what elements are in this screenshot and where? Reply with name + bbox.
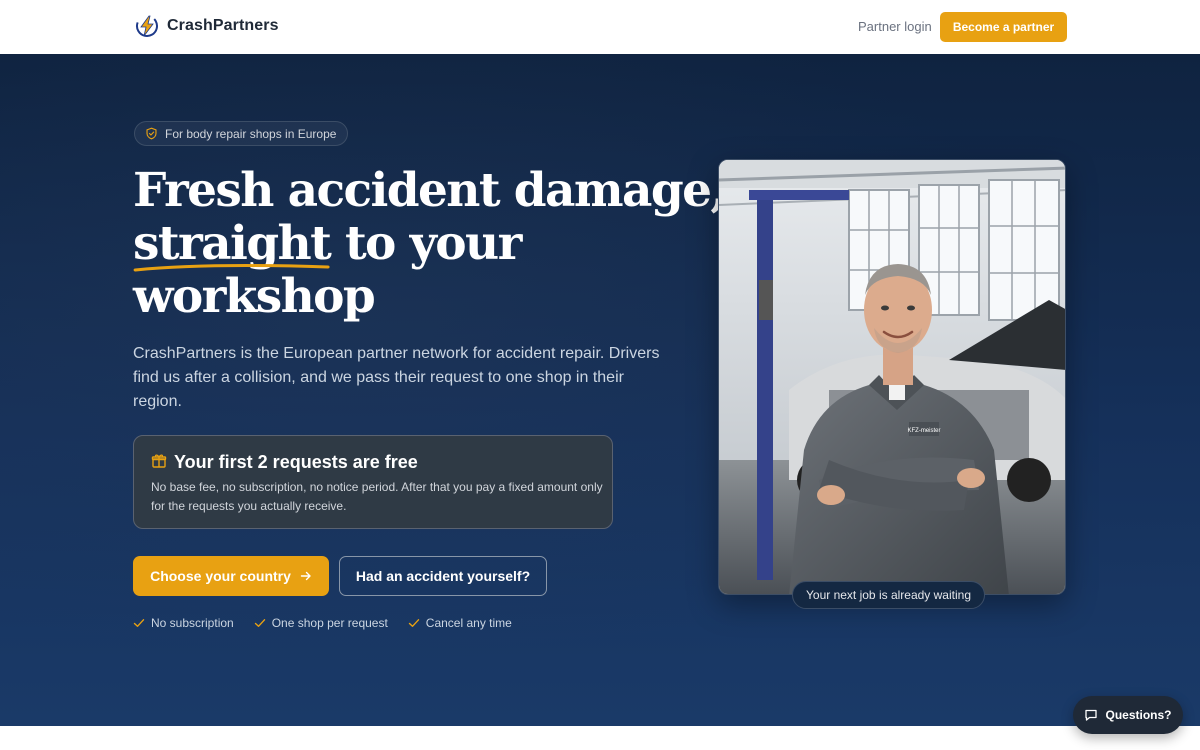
check-icon [133,619,145,627]
brand-name: CrashPartners [167,17,279,34]
benefit-text: No subscription [151,616,234,630]
questions-chat-button[interactable]: Questions? [1073,696,1183,734]
choose-country-label: Choose your country [150,568,291,584]
choose-country-button[interactable]: Choose your country [133,556,329,596]
underline-swoosh [133,264,330,272]
bolt-logo-icon [136,15,158,37]
benefit-item: Cancel any time [408,616,512,630]
check-icon [408,619,419,627]
gift-icon [151,454,167,468]
benefit-item: No subscription [133,616,234,630]
had-accident-button[interactable]: Had an accident yourself? [339,556,547,596]
become-partner-button[interactable]: Become a partner [940,12,1067,42]
headline-line-1: Fresh accident damage, [133,163,727,218]
benefit-item: One shop per request [254,616,388,630]
audience-badge: For body repair shops in Europe [134,121,349,146]
check-icon [254,619,265,627]
headline-line-3: workshop [133,269,376,324]
chat-bubble-icon [1085,709,1098,721]
hero-headline: Fresh accident damage, straight to your … [133,163,727,324]
top-navigation: CrashPartners Partner login Become a par… [0,0,1200,54]
shield-check-icon [146,127,157,140]
free-requests-offer: Your first 2 requests are free No base f… [133,435,613,529]
headline-highlight: straight [133,217,332,272]
section-divider [0,726,1200,750]
photo-caption: Your next job is already waiting [792,581,985,609]
audience-badge-text: For body repair shops in Europe [165,126,337,141]
brand[interactable]: CrashPartners [135,14,279,38]
benefit-text: One shop per request [271,616,388,630]
shirt-badge-text: KFZ-meister [908,428,941,434]
benefit-text: Cancel any time [425,616,512,630]
offer-description: No base fee, no subscription, no notice … [151,480,603,513]
mechanic-workshop-photo: KFZ-meister [718,159,1066,595]
offer-title: Your first 2 requests are free [174,452,418,472]
hero-lead-paragraph: CrashPartners is the European partner ne… [133,345,660,410]
headline-line-2-rest: to your [330,216,522,271]
benefits-list: No subscription One shop per request Can… [133,616,512,630]
partner-login-link[interactable]: Partner login [858,19,932,34]
arrow-right-icon [300,571,311,581]
headline-line-2: straight to your [133,216,693,272]
chat-label: Questions? [1105,708,1172,722]
